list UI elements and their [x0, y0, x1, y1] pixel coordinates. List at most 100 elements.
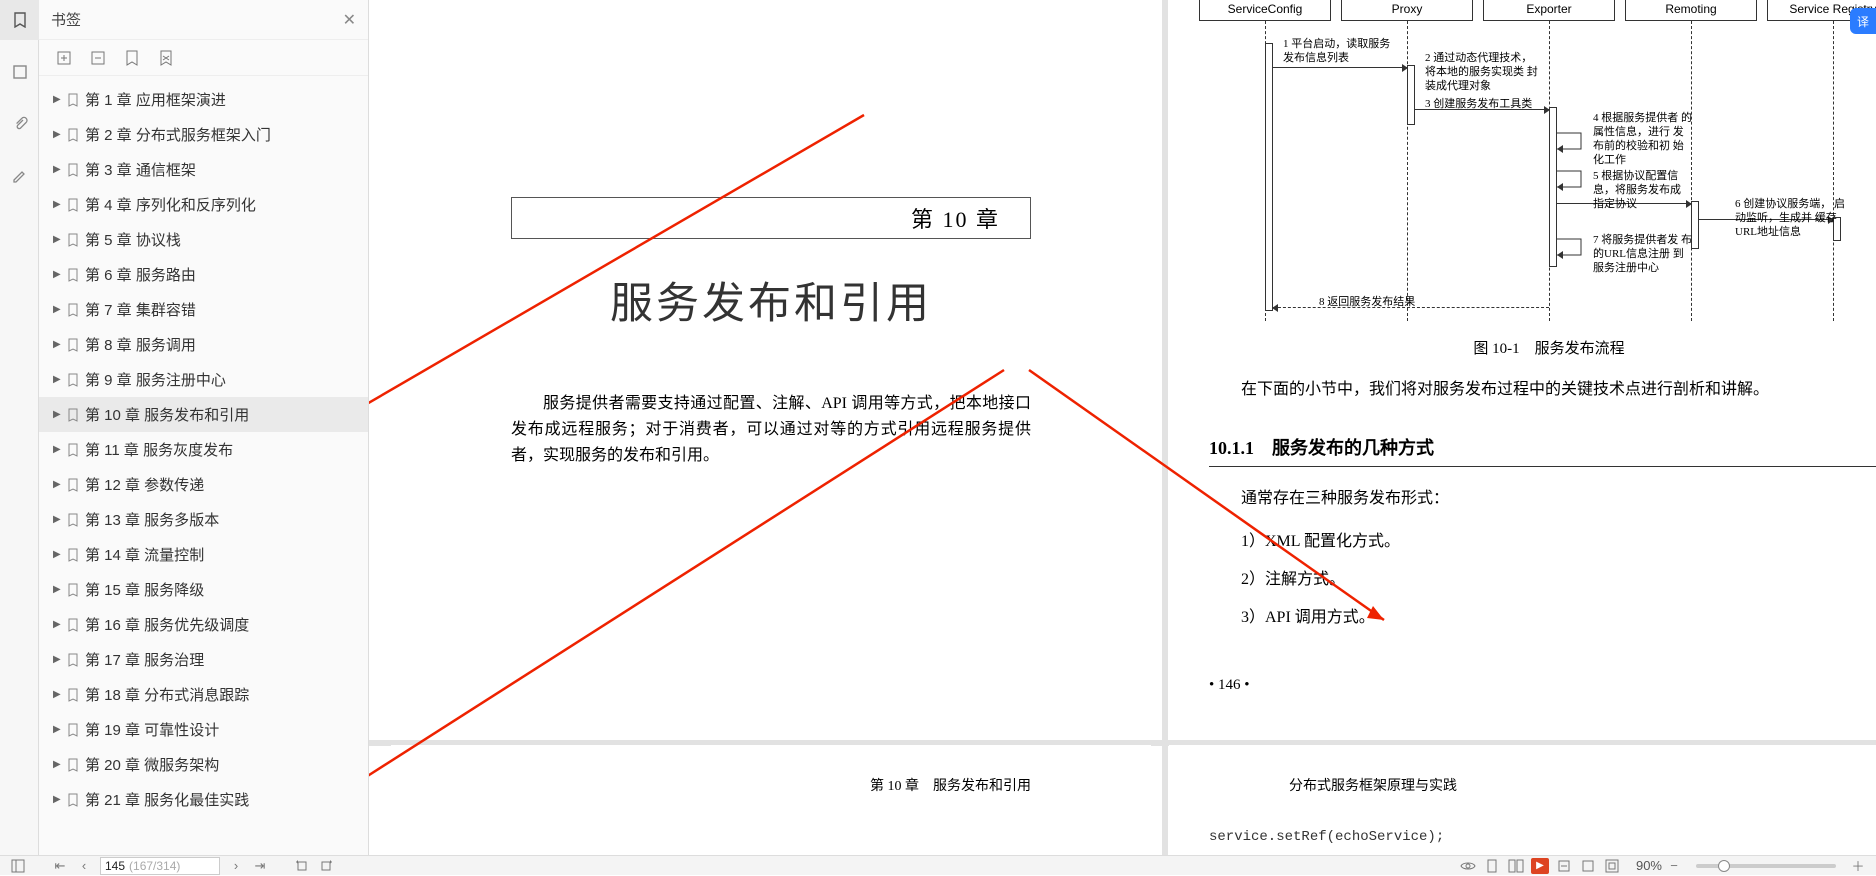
bookmarks-header: 书签 ✕ — [39, 0, 368, 40]
last-page-icon[interactable]: ⇥ — [248, 856, 272, 876]
chevron-right-icon: ▶ — [53, 514, 67, 525]
bookmark-icon — [67, 268, 85, 282]
next-page-icon[interactable]: › — [224, 856, 248, 876]
seq-note-6: 6 创建协议服务端， 启动监听，生成并 缓存URL地址信息 — [1735, 197, 1845, 239]
bookmark-item[interactable]: ▶第 11 章 服务灰度发布 — [39, 432, 368, 467]
actual-size-icon[interactable] — [1600, 856, 1624, 876]
bookmark-label: 第 7 章 集群容错 — [85, 299, 368, 320]
bookmark-label: 第 20 章 微服务架构 — [85, 754, 368, 775]
page-header-left: 第 10 章 服务发布和引用 — [511, 775, 1031, 795]
seq-participant-box: Exporter — [1483, 0, 1615, 21]
chevron-right-icon: ▶ — [53, 199, 67, 210]
fit-width-icon[interactable] — [1552, 856, 1576, 876]
bookmark-item[interactable]: ▶第 20 章 微服务架构 — [39, 747, 368, 782]
page-total: (167/314) — [129, 859, 180, 873]
zoom-in-icon[interactable]: ＋ — [1846, 856, 1870, 876]
sequence-diagram: ServiceConfigProxyExporterRemotingServic… — [1199, 0, 1876, 321]
close-panel-icon[interactable]: ✕ — [343, 10, 356, 30]
zoom-slider[interactable] — [1696, 864, 1836, 868]
signature-panel-icon[interactable] — [0, 156, 39, 196]
bookmark-item[interactable]: ▶第 2 章 分布式服务框架入门 — [39, 117, 368, 152]
expand-all-icon[interactable] — [53, 47, 75, 69]
bookmark-item[interactable]: ▶第 9 章 服务注册中心 — [39, 362, 368, 397]
left-vertical-toolbar — [0, 0, 39, 875]
bookmark-item[interactable]: ▶ 第 5 章 协议栈 — [39, 222, 368, 257]
bookmark-icon — [67, 303, 85, 317]
seq-note-3: 3 创建服务发布工具类 — [1425, 97, 1555, 111]
bookmark-icon — [67, 583, 85, 597]
bookmark-item[interactable]: ▶第 16 章 服务优先级调度 — [39, 607, 368, 642]
first-page-icon[interactable]: ⇤ — [48, 856, 72, 876]
bookmark-icon — [67, 128, 85, 142]
zoom-value: 90% — [1636, 858, 1662, 873]
bookmark-item[interactable]: ▶第 3 章 通信框架 — [39, 152, 368, 187]
zoom-out-icon[interactable]: − — [1662, 856, 1686, 876]
translate-float-button[interactable]: 译 — [1850, 8, 1876, 34]
zoom-slider-handle[interactable] — [1718, 860, 1730, 872]
bookmarks-panel: 书签 ✕ ▶第 1 章 应用框架演进▶第 2 章 分布式服务框架入门▶第 3 章… — [39, 0, 369, 855]
document-viewport[interactable]: 第 10 章 服务发布和引用 服务提供者需要支持通过配置、注解、API 调用等方… — [369, 0, 1876, 855]
chevron-right-icon: ▶ — [53, 234, 67, 245]
thumbnail-panel-icon[interactable] — [0, 52, 39, 92]
bookmark-item[interactable]: ▶第 14 章 流量控制 — [39, 537, 368, 572]
bookmark-item[interactable]: ▶第 4 章 序列化和反序列化 — [39, 187, 368, 222]
page-input[interactable]: 145 (167/314) — [100, 857, 220, 875]
list-item-1: 1）XML 配置化方式。 — [1241, 527, 1876, 551]
seq-note-2: 2 通过动态代理技术， 将本地的服务实现类 封装成代理对象 — [1425, 51, 1545, 93]
rotate-right-icon[interactable] — [314, 856, 338, 876]
bookmarks-list[interactable]: ▶第 1 章 应用框架演进▶第 2 章 分布式服务框架入门▶第 3 章 通信框架… — [39, 76, 368, 855]
bookmark-label: 第 6 章 服务路由 — [85, 264, 368, 285]
presentation-icon[interactable]: ▶ — [1528, 856, 1552, 876]
page-top-right: ServiceConfigProxyExporterRemotingServic… — [1169, 0, 1876, 737]
collapse-all-icon[interactable] — [87, 47, 109, 69]
delete-bookmark-icon[interactable] — [155, 47, 177, 69]
rotate-left-icon[interactable] — [290, 856, 314, 876]
chevron-right-icon: ▶ — [53, 549, 67, 560]
chevron-right-icon: ▶ — [53, 304, 67, 315]
bookmarks-toolbar — [39, 40, 368, 76]
single-page-icon[interactable] — [1480, 856, 1504, 876]
bookmark-label: 第 5 章 协议栈 — [85, 229, 368, 250]
bookmark-icon — [67, 478, 85, 492]
bookmark-label: 第 3 章 通信框架 — [85, 159, 368, 180]
bookmark-icon — [67, 688, 85, 702]
toggle-panel-icon[interactable] — [6, 856, 30, 876]
two-page-icon[interactable] — [1504, 856, 1528, 876]
code-line: service.setRef(echoService); — [1209, 829, 1876, 845]
bookmark-label: 第 2 章 分布式服务框架入门 — [85, 124, 368, 145]
seq-participant-box: Proxy — [1341, 0, 1473, 21]
bookmark-icon — [67, 793, 85, 807]
fit-page-icon[interactable] — [1576, 856, 1600, 876]
bookmark-item[interactable]: ▶第 17 章 服务治理 — [39, 642, 368, 677]
chevron-right-icon: ▶ — [53, 339, 67, 350]
attachment-panel-icon[interactable] — [0, 104, 39, 144]
seq-activation — [1407, 65, 1415, 125]
bookmark-item[interactable]: ▶ 第 7 章 集群容错 — [39, 292, 368, 327]
bookmark-item[interactable]: ▶第 10 章 服务发布和引用 — [39, 397, 368, 432]
bookmark-item[interactable]: ▶第 21 章 服务化最佳实践 — [39, 782, 368, 817]
list-item-2: 2）注解方式。 — [1241, 565, 1876, 589]
bookmark-item[interactable]: ▶第 6 章 服务路由 — [39, 257, 368, 292]
chevron-right-icon: ▶ — [53, 374, 67, 385]
prev-page-icon[interactable]: ‹ — [72, 856, 96, 876]
bookmark-icon — [67, 548, 85, 562]
seq-participant: Service Registry — [1767, 0, 1876, 321]
bookmark-item[interactable]: ▶第 15 章 服务降级 — [39, 572, 368, 607]
bookmark-item[interactable]: ▶第 19 章 可靠性设计 — [39, 712, 368, 747]
bookmark-icon — [67, 338, 85, 352]
bookmark-item[interactable]: ▶第 8 章 服务调用 — [39, 327, 368, 362]
bookmark-icon — [67, 443, 85, 457]
bookmark-item[interactable]: ▶第 13 章 服务多版本 — [39, 502, 368, 537]
bookmark-label: 第 15 章 服务降级 — [85, 579, 368, 600]
bookmark-panel-icon[interactable] — [0, 0, 39, 40]
seq-self-loop — [1549, 169, 1589, 191]
bookmark-icon — [67, 233, 85, 247]
section-intro: 通常存在三种服务发布形式： — [1209, 485, 1876, 513]
bookmark-label: 第 10 章 服务发布和引用 — [85, 404, 368, 425]
eye-icon[interactable] — [1456, 856, 1480, 876]
bookmark-item[interactable]: ▶第 12 章 参数传递 — [39, 467, 368, 502]
seq-lifeline — [1833, 21, 1834, 321]
add-bookmark-icon[interactable] — [121, 47, 143, 69]
bookmark-item[interactable]: ▶第 1 章 应用框架演进 — [39, 82, 368, 117]
bookmark-item[interactable]: ▶第 18 章 分布式消息跟踪 — [39, 677, 368, 712]
